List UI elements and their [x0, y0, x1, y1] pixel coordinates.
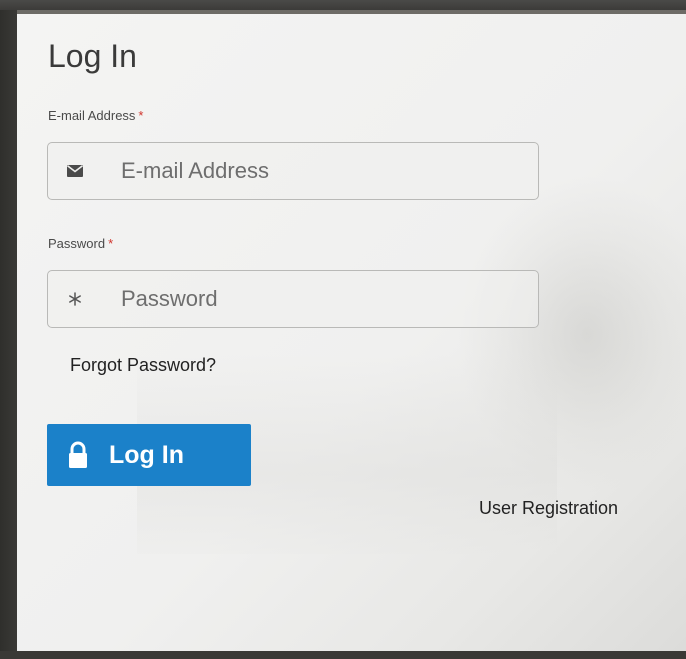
forgot-password-link[interactable]: Forgot Password?: [70, 355, 216, 376]
password-field-box[interactable]: [47, 270, 539, 328]
lock-icon: [47, 424, 109, 486]
email-label: E-mail Address *: [48, 108, 143, 123]
email-label-text: E-mail Address: [48, 108, 136, 123]
user-registration-link[interactable]: User Registration: [479, 498, 618, 519]
bottom-edge: [0, 651, 686, 659]
email-field-box[interactable]: [47, 142, 539, 200]
required-marker: *: [108, 236, 114, 251]
password-field[interactable]: [121, 271, 528, 327]
background-photo: Log In E-mail Address* Password*: [0, 0, 686, 659]
login-panel: Log In E-mail Address* Password*: [17, 14, 686, 651]
login-button[interactable]: Log In: [47, 424, 251, 486]
password-label-text: Password: [48, 236, 106, 251]
login-button-label: Log In: [109, 440, 184, 469]
page-title: Log In: [48, 38, 137, 74]
envelope-icon: [60, 143, 90, 199]
asterisk-icon: [60, 271, 90, 327]
required-marker: *: [138, 108, 144, 123]
password-label: Password *: [48, 236, 113, 251]
email-field[interactable]: [121, 143, 528, 199]
